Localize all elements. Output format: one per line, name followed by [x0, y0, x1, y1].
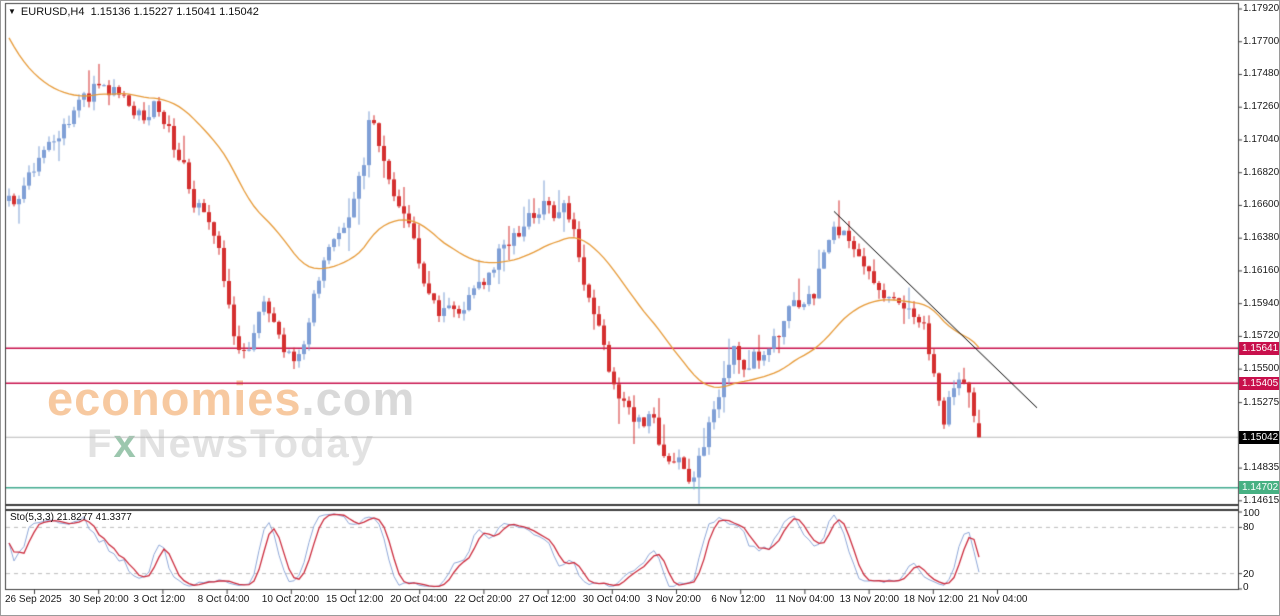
price-axis-label: 1.16820	[1243, 166, 1280, 178]
date-axis-label: 18 Nov 12:00	[903, 594, 964, 605]
indicator-scale-label: 20	[1243, 568, 1255, 580]
indicator-scale-label: 0	[1243, 582, 1249, 593]
date-axis-label: 10 Oct 20:00	[261, 594, 320, 605]
date-axis-label: 22 Oct 20:00	[454, 594, 512, 605]
price-axis-label: 1.17920	[1243, 3, 1280, 14]
date-axis-label: 30 Sep 20:00	[69, 594, 129, 605]
price-axis-label: 1.15275	[1243, 396, 1280, 408]
current-price-badge: 1.15042	[1239, 430, 1279, 444]
indicator-scale-label: 100	[1243, 508, 1260, 519]
resistance-level-badge: 1.15641	[1239, 341, 1279, 355]
price-axis-label: 1.17260	[1243, 101, 1280, 113]
date-axis-label: 15 Oct 12:00	[326, 594, 384, 605]
price-axis-label: 1.17480	[1243, 68, 1280, 80]
date-axis-label: 20 Oct 04:00	[390, 594, 448, 605]
date-axis[interactable]: 26 Sep 2025 30 Sep 20:00 3 Oct 12:00 8 Oct …	[1, 594, 1279, 610]
price-axis-label: 1.14835	[1243, 462, 1280, 474]
price-axis-label: 1.15940	[1243, 297, 1280, 309]
support-level-badge: 1.14702	[1239, 481, 1279, 495]
date-axis-label: 27 Oct 12:00	[518, 594, 576, 605]
date-axis-label: 6 Nov 12:00	[711, 594, 766, 605]
indicator-scale-label: 80	[1243, 522, 1255, 534]
resistance-level-badge: 1.15405	[1239, 376, 1279, 390]
date-axis-label: 8 Oct 04:00	[197, 594, 250, 605]
price-axis[interactable]: 1.17920 1.17700 1.17480 1.17260 1.17040 1.168…	[1239, 1, 1280, 593]
price-axis-label: 1.16380	[1243, 232, 1280, 244]
date-axis-label: 26 Sep 2025	[5, 594, 62, 605]
price-axis-label: 1.17700	[1243, 35, 1280, 47]
price-axis-label: 1.17040	[1243, 133, 1280, 145]
price-axis-label: 1.16160	[1243, 264, 1280, 276]
stochastic-k-value: 21.8277	[56, 512, 93, 523]
price-axis-label: 1.15720	[1243, 330, 1280, 342]
date-axis-label: 3 Oct 12:00	[133, 594, 186, 605]
symbol-ohlc-header: ▼ EURUSD,H4 1.15136 1.15227 1.15041 1.150…	[8, 6, 259, 18]
date-axis-label: 13 Nov 20:00	[839, 594, 900, 605]
date-axis-label: 11 Nov 04:00	[775, 594, 835, 605]
ohlc-quotes-label: 1.15136 1.15227 1.15041 1.15042	[90, 6, 259, 18]
trading-chart-window: economies.com FxNewsToday ▼EURUSD,H4 1.1…	[0, 0, 1280, 616]
collapse-triangle-icon[interactable]: ▼	[8, 7, 16, 16]
stochastic-d-value: 41.3377	[95, 512, 132, 523]
price-axis-label: 1.14615	[1243, 494, 1280, 506]
date-axis-label: 21 Nov 04:00	[968, 594, 1028, 605]
chart-canvas[interactable]	[1, 1, 1279, 615]
date-axis-label: 3 Nov 20:00	[647, 594, 701, 605]
price-axis-label: 1.16600	[1243, 199, 1280, 211]
symbol-timeframe-label: EURUSD,H4	[20, 6, 85, 18]
price-axis-label: 1.15500	[1243, 363, 1280, 375]
stochastic-indicator-label: Sto(5,3,3) 21.8277 41.3377	[10, 512, 132, 523]
date-axis-label: 30 Oct 04:00	[582, 594, 641, 605]
